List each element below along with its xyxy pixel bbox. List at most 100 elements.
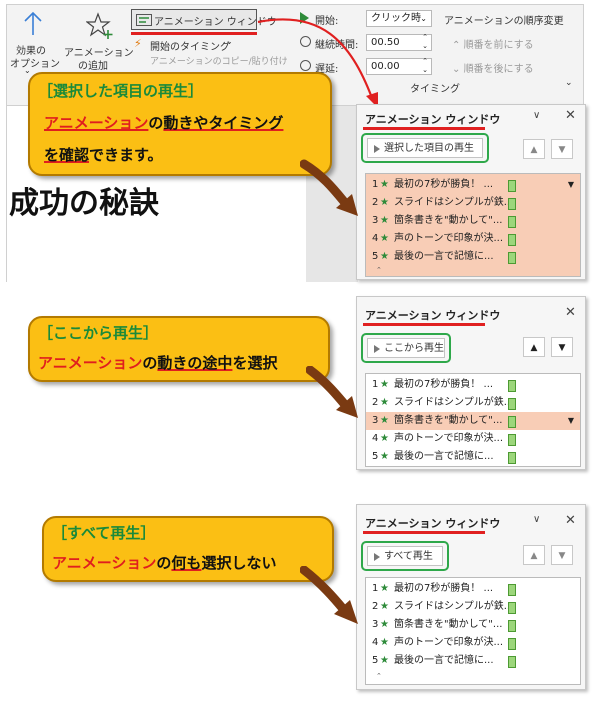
reorder-label: アニメーションの順序変更: [444, 16, 564, 27]
animation-pane-button[interactable]: アニメーション ウィンドウ: [131, 9, 277, 30]
move-up-button[interactable]: ▲: [523, 337, 545, 357]
spinner-icon[interactable]: ⌃ ⌄: [422, 57, 428, 75]
pane-title-underline: [363, 323, 485, 326]
item-number: 2: [372, 601, 379, 612]
star-icon: ★: [380, 379, 389, 390]
animation-item[interactable]: 1 ★ 最初の7秒が勝負！ ...: [366, 376, 580, 394]
animation-item[interactable]: 5 ★ 最後の一言で記憶に...: [366, 248, 580, 266]
timing-bar: [508, 180, 516, 192]
item-text: 最初の7秒が勝負！ ...: [394, 583, 494, 594]
close-icon[interactable]: ✕: [565, 513, 576, 528]
chevron-down-icon: ⌄: [420, 14, 427, 23]
callout-line-1: アニメーションの何も選択しない: [52, 552, 276, 573]
timing-bar: [508, 234, 516, 246]
timing-bar: [508, 380, 516, 392]
animation-item[interactable]: 2 ★ スライドはシンプルが鉄...: [366, 194, 580, 212]
play-selected-button[interactable]: 選択した項目の再生: [367, 138, 483, 158]
pane-title: アニメーション ウィンドウ: [365, 517, 501, 530]
item-text: 箇条書きを"動かして"...: [394, 415, 503, 426]
animation-item[interactable]: 2 ★ スライドはシンプルが鉄...: [366, 394, 580, 412]
star-icon: ★: [380, 415, 389, 426]
animation-list: 1 ★ 最初の7秒が勝負！ ... 2 ★ スライドはシンプルが鉄... 3 ★ 箇条書きを…: [365, 577, 581, 685]
timing-bar: [508, 252, 516, 264]
callout-play-selected: ［選択した項目の再生］ アニメーションの動きやタイミング を確認できます。: [28, 72, 332, 176]
close-icon[interactable]: ✕: [565, 305, 576, 320]
chevron-down-icon: ⌄: [24, 66, 31, 75]
play-all-button[interactable]: すべて再生: [367, 546, 443, 566]
move-down-button[interactable]: ▼: [551, 337, 573, 357]
move-down-button[interactable]: ▼: [551, 139, 573, 159]
item-text: 声のトーンで印象が決...: [394, 233, 504, 244]
pane-title: アニメーション ウィンドウ: [365, 113, 501, 126]
callout-underlined-text: 何も: [171, 554, 202, 572]
move-down-button[interactable]: ▼: [551, 545, 573, 565]
star-icon: ★: [380, 655, 389, 666]
animation-item[interactable]: 5 ★ 最後の一言で記憶に...: [366, 448, 580, 466]
item-number: 4: [372, 637, 379, 648]
star-icon: ★: [380, 433, 389, 444]
play-from-button[interactable]: ここから再生: [367, 338, 445, 358]
star-icon: ★: [380, 197, 389, 208]
item-text: スライドはシンプルが鉄...: [394, 197, 514, 208]
move-up-button[interactable]: ▲: [523, 545, 545, 565]
callout-text: 選択しない: [201, 554, 277, 572]
move-earlier-button[interactable]: ⌃ 順番を前にする: [452, 36, 534, 51]
animation-item-selected[interactable]: 3 ★ 箇条書きを"動かして"... ▼: [366, 412, 580, 430]
trigger-button[interactable]: ⚡ 開始のタイミング ⌄: [134, 37, 254, 53]
animation-pane-2: アニメーション ウィンドウ ✕ ここから再生 ▲ ▼ 1 ★ 最初の7秒が勝負！ .…: [356, 296, 586, 470]
animation-item[interactable]: 4 ★ 声のトーンで印象が決...: [366, 430, 580, 448]
timing-bar: [508, 620, 516, 632]
timing-bar: [508, 638, 516, 650]
animation-item[interactable]: 1 ★ 最初の7秒が勝負！ ...: [366, 580, 580, 598]
pane-title-underline: [363, 531, 485, 534]
animation-item[interactable]: 3 ★ 箇条書きを"動かして"...: [366, 212, 580, 230]
move-later-button[interactable]: ⌄ 順番を後にする: [452, 60, 534, 75]
spinner-icon[interactable]: ⌃ ⌄: [422, 33, 428, 51]
animation-pane-3: アニメーション ウィンドウ ∨ ✕ すべて再生 ▲ ▼ 1 ★ 最初の7秒が勝負！ …: [356, 504, 586, 690]
star-icon: ★: [380, 179, 389, 190]
callout-title: ［ここから再生］: [38, 324, 159, 342]
chevron-down-icon[interactable]: ∨: [533, 110, 540, 121]
play-button-label: 選択した項目の再生: [384, 143, 474, 154]
effect-options-button[interactable]: 効果の オプション ⌄: [10, 8, 60, 75]
collapse-icon[interactable]: ⌃: [376, 672, 382, 680]
callout-play-all: ［すべて再生］ アニメーションの何も選択しない: [42, 516, 334, 582]
item-text: スライドはシンプルが鉄...: [394, 397, 514, 408]
arrow-up-icon: ▲: [530, 551, 538, 561]
arrow-up-icon: ▲: [530, 145, 538, 155]
close-icon[interactable]: ✕: [565, 108, 576, 123]
animation-item[interactable]: 2 ★ スライドはシンプルが鉄...: [366, 598, 580, 616]
animation-item[interactable]: 4 ★ 声のトーンで印象が決...: [366, 230, 580, 248]
item-number: 3: [372, 215, 379, 226]
move-up-button[interactable]: ▲: [523, 139, 545, 159]
timing-bar: [508, 656, 516, 668]
slide-title: 成功の秘訣: [9, 186, 159, 221]
animation-item[interactable]: 5 ★ 最後の一言で記憶に...: [366, 652, 580, 670]
item-text: 箇条書きを"動かして"...: [394, 215, 503, 226]
collapse-icon[interactable]: ⌃: [376, 266, 382, 274]
animation-pane-underline: [131, 32, 257, 35]
animation-item[interactable]: 1 ★ 最初の7秒が勝負！ ... ▼: [366, 176, 580, 194]
animation-item[interactable]: 3 ★ 箇条書きを"動かして"...: [366, 616, 580, 634]
timing-bar: [508, 584, 516, 596]
arrow-down-icon: ▼: [558, 551, 566, 561]
callout-red-text: アニメーション: [38, 354, 143, 372]
dropdown-arrow-icon[interactable]: ▼: [568, 176, 574, 194]
chevron-down-icon[interactable]: ∨: [533, 514, 540, 525]
item-number: 5: [372, 655, 379, 666]
animation-item[interactable]: 4 ★ 声のトーンで印象が決...: [366, 634, 580, 652]
animation-list: 1 ★ 最初の7秒が勝負！ ... ▼ 2 ★ スライドはシンプルが鉄... 3 ★ 箇条書き…: [365, 173, 581, 277]
add-animation-button[interactable]: アニメーション の追加: [64, 8, 134, 72]
arrow-down-icon: ▼: [558, 145, 566, 155]
animation-pane-icon: [136, 14, 152, 26]
callout-text: の: [142, 354, 158, 372]
collapse-ribbon-icon[interactable]: ⌄: [565, 78, 573, 88]
star-icon: ★: [380, 251, 389, 262]
item-number: 4: [372, 433, 379, 444]
play-icon: [374, 145, 380, 153]
item-number: 2: [372, 197, 379, 208]
dropdown-arrow-icon[interactable]: ▼: [568, 412, 574, 430]
play-button-label: すべて再生: [384, 551, 433, 562]
star-icon: ★: [380, 215, 389, 226]
play-icon: [374, 345, 380, 353]
